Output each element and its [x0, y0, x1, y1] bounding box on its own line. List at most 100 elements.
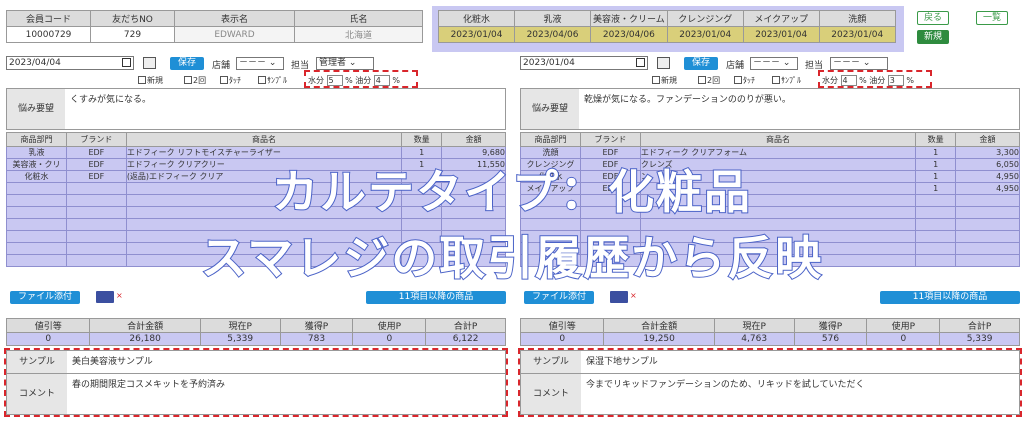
right-check-touch[interactable]: ﾀｯﾁ	[734, 75, 755, 86]
table-row[interactable]: 乳液 EDF エドフィーク リフトモイスチャーライザー 1 9,680	[6, 146, 506, 159]
left-staff-select[interactable]: 管理者 ⌄	[316, 57, 374, 70]
table-cell	[520, 242, 581, 255]
table-row[interactable]	[520, 254, 1020, 267]
right-staff-value: －－－	[833, 58, 861, 68]
table-row[interactable]	[520, 218, 1020, 231]
table-row[interactable]	[6, 230, 506, 243]
table-cell: 1	[915, 158, 957, 171]
left-store-select[interactable]: －－－ ⌄	[236, 57, 284, 70]
table-row[interactable]	[520, 230, 1020, 243]
table-cell: 11,550	[441, 158, 506, 171]
table-row[interactable]	[6, 254, 506, 267]
right-check-touch-label: ﾀｯﾁ	[743, 76, 755, 85]
left-file-add-button[interactable]: ファイル添付	[10, 291, 80, 304]
list-button[interactable]: 一覧	[976, 11, 1008, 25]
table-cell	[125, 218, 403, 231]
table-row[interactable]	[520, 194, 1020, 207]
table-row[interactable]: 化粧水 EDF ン 1 4,950	[520, 170, 1020, 183]
right-header-row: 2023/01/04 保存 店舗 －－－ ⌄ 担当 －－－ ⌄	[520, 56, 1020, 72]
table-row[interactable]: 美容液・クリ EDF エドフィーク クリアクリー 1 11,550	[6, 158, 506, 171]
table-cell	[441, 194, 506, 207]
left-concern-text[interactable]: くすみが気になる。	[67, 89, 505, 129]
display-name-header: 表示名	[174, 10, 295, 27]
table-row[interactable]: クレンジング EDF クレンズ 1 6,050	[520, 158, 1020, 171]
table-row[interactable]	[520, 242, 1020, 255]
table-row[interactable]	[6, 242, 506, 255]
calendar-icon[interactable]	[636, 58, 645, 67]
right-totals-table: 値引等 合計金額 現在P 獲得P 使用P 合計P 0 19,250 4,763 …	[519, 318, 1020, 346]
table-cell: メイクアップ	[520, 182, 581, 195]
left-check-new-label: 新規	[147, 76, 163, 85]
left-check-second[interactable]: 2回	[184, 75, 206, 86]
table-row[interactable]	[6, 218, 506, 231]
right-staff-select[interactable]: －－－ ⌄	[830, 57, 888, 70]
member-code-value: 10000729	[6, 26, 91, 43]
table-row[interactable]: メイクアップ EDF 1 4,950	[520, 182, 1020, 195]
right-total-earned: 576	[793, 332, 868, 346]
table-cell: 6,050	[955, 158, 1020, 171]
new-button[interactable]: 新規	[917, 30, 949, 44]
left-header-row: 2023/04/04 保存 店舗 －－－ ⌄ 担当 管理者 ⌄	[6, 56, 506, 72]
print-icon[interactable]	[657, 57, 670, 69]
table-cell: 1	[915, 182, 957, 195]
image-icon[interactable]	[610, 291, 628, 303]
table-cell: EDF	[579, 170, 641, 183]
table-row[interactable]	[6, 194, 506, 207]
right-concern-text[interactable]: 乾燥が気になる。ファンデーションののりが悪い。	[581, 89, 1019, 129]
table-cell	[65, 182, 127, 195]
right-save-button[interactable]: 保存	[684, 57, 718, 70]
table-cell	[579, 254, 641, 267]
left-total-current: 5,339	[199, 332, 281, 346]
right-image-remove-icon[interactable]: ×	[630, 291, 637, 300]
table-cell	[125, 206, 403, 219]
table-cell	[441, 254, 506, 267]
left-check-row: 新規 2回 ﾀｯﾁ ｻﾝﾌﾟﾙ 水分 5 % 油分 4 %	[6, 70, 506, 88]
image-icon[interactable]	[96, 291, 114, 303]
right-store-select[interactable]: －－－ ⌄	[750, 57, 798, 70]
right-items-table: 商品部門 ブランド 商品名 数量 金額 洗顔 EDF エドフィーク クリアフォーム 1…	[520, 132, 1020, 267]
left-total-h-discount: 値引等	[5, 318, 91, 333]
left-sample-section: サンプル 美白美容液サンプル コメント 春の期間限定コスメキットを予約済み	[4, 348, 508, 418]
table-cell	[125, 182, 403, 195]
left-total-earned: 783	[279, 332, 354, 346]
right-check-new[interactable]: 新規	[652, 75, 677, 86]
left-save-button[interactable]: 保存	[170, 57, 204, 70]
right-more-items-button[interactable]: 11項目以降の商品	[880, 291, 1020, 304]
table-row[interactable]: 化粧水 EDF (返品)エドフィーク クリア	[6, 170, 506, 183]
full-name-value: 北海道	[294, 26, 423, 43]
right-date-input[interactable]: 2023/01/04	[520, 56, 648, 70]
table-row[interactable]: 洗顔 EDF エドフィーク クリアフォーム 1 3,300	[520, 146, 1020, 159]
table-cell: EDF	[65, 170, 127, 183]
table-cell	[639, 254, 917, 267]
right-total-discount: 0	[519, 332, 605, 346]
table-cell: EDF	[65, 158, 127, 171]
right-check-sample[interactable]: ｻﾝﾌﾟﾙ	[772, 75, 801, 86]
table-cell	[915, 194, 957, 207]
table-row[interactable]	[6, 206, 506, 219]
table-cell: 4,950	[955, 182, 1020, 195]
right-check-sample-label: ｻﾝﾌﾟﾙ	[781, 76, 801, 85]
left-check-touch[interactable]: ﾀｯﾁ	[220, 75, 241, 86]
left-more-items-button[interactable]: 11項目以降の商品	[366, 291, 506, 304]
friend-no-header: 友だちNO	[90, 10, 175, 27]
calendar-icon[interactable]	[122, 58, 131, 67]
left-total-h-used: 使用P	[352, 318, 427, 333]
right-file-add-button[interactable]: ファイル添付	[524, 291, 594, 304]
right-total-used: 0	[866, 332, 941, 346]
table-cell	[401, 170, 443, 183]
left-check-new[interactable]: 新規	[138, 75, 163, 86]
left-date-input[interactable]: 2023/04/04	[6, 56, 134, 70]
back-button[interactable]: 戻る	[917, 11, 949, 25]
right-check-second[interactable]: 2回	[698, 75, 720, 86]
table-row[interactable]	[6, 182, 506, 195]
left-check-sample[interactable]: ｻﾝﾌﾟﾙ	[258, 75, 287, 86]
table-cell	[520, 206, 581, 219]
cos-date-makeup: 2023/01/04	[742, 26, 820, 43]
left-image-remove-icon[interactable]: ×	[116, 291, 123, 300]
table-cell	[65, 194, 127, 207]
table-cell	[6, 254, 67, 267]
table-row[interactable]	[520, 206, 1020, 219]
left-concern-label: 悩み要望	[7, 89, 65, 129]
print-icon[interactable]	[143, 57, 156, 69]
cosmetics-date-table: 化粧水 乳液 美容液・クリーム クレンジング メイクアップ 洗顔 2023/01…	[438, 10, 896, 43]
